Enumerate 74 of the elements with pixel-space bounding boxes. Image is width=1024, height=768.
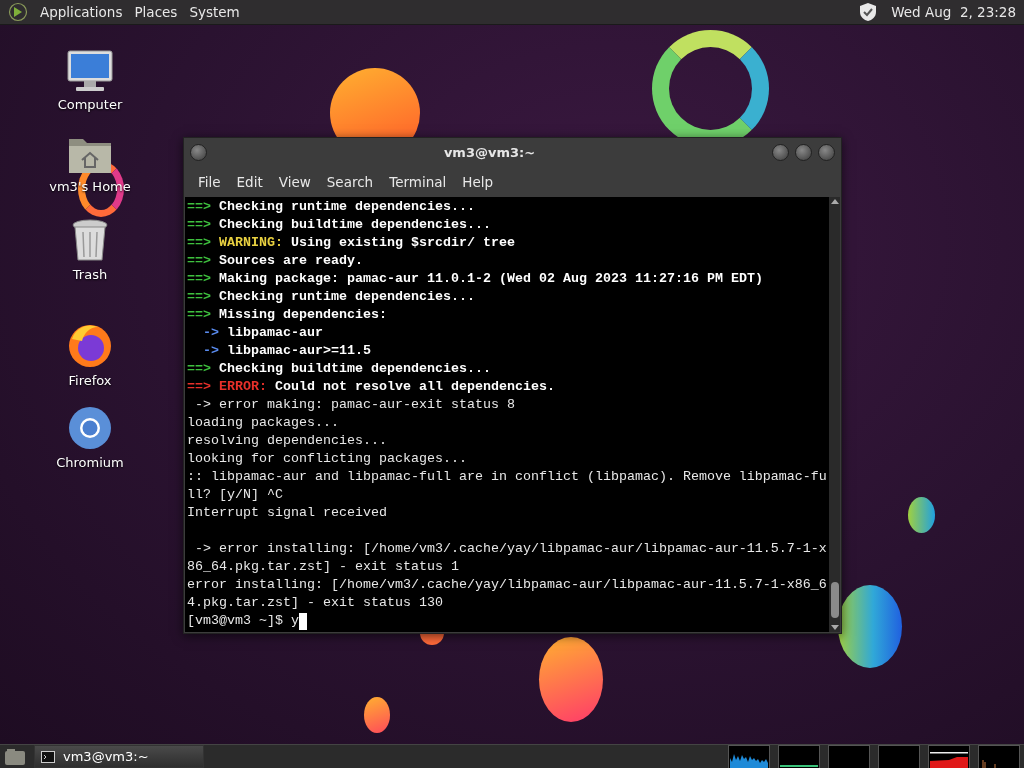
terminal-message: libpamac-aur>=11.5 <box>226 342 371 360</box>
panel-menu[interactable]: System <box>189 4 240 20</box>
sub-arrow: -> <box>202 324 219 342</box>
disk-graph-icon[interactable] <box>978 744 1020 768</box>
prompt-arrow: ==> <box>187 252 211 270</box>
scroll-thumb[interactable] <box>830 582 839 618</box>
terminal-message: Using existing $srcdir/ tree <box>289 234 515 252</box>
terminal-output: 86_64.pkg.tar.zst] - exit status 1 <box>187 558 459 576</box>
terminal-output: [vm3@vm3 ~]$ y <box>187 612 299 630</box>
terminal-output: looking for conflicting packages... <box>187 450 467 468</box>
terminal-message: Checking buildtime dependencies... <box>218 360 491 378</box>
desktop-icon-label[interactable]: Chromium <box>56 455 124 470</box>
terminal-message: Checking runtime dependencies... <box>218 288 475 306</box>
wallpaper-oval <box>364 697 390 733</box>
desktop-icon-label[interactable]: Trash <box>72 267 108 282</box>
terminal-message: Could not resolve all dependencies. <box>273 378 555 396</box>
desktop-icon-label[interactable]: Computer <box>57 97 123 112</box>
play-logo-icon[interactable] <box>8 2 28 22</box>
monitor-icon[interactable] <box>66 49 114 93</box>
menu-item[interactable]: View <box>272 170 317 193</box>
terminal-message: Checking runtime dependencies... <box>218 198 475 216</box>
prompt-arrow: ==> <box>187 288 211 306</box>
memory-graph-icon[interactable] <box>778 744 820 768</box>
show-desktop-icon[interactable] <box>4 747 26 766</box>
desktop-icon-label[interactable]: Firefox <box>68 373 112 388</box>
task-button[interactable]: vm3@vm3:~ <box>34 745 204 768</box>
error-label: ==> ERROR: <box>187 378 267 396</box>
terminal-message: Missing dependencies: <box>218 306 387 324</box>
terminal-output: resolving dependencies... <box>187 432 387 450</box>
terminal-output: Interrupt signal received <box>187 504 387 522</box>
swap-graph-icon[interactable] <box>878 744 920 768</box>
terminal-output: ll? [y/N] ^C <box>187 486 283 504</box>
network-graph-icon[interactable] <box>828 744 870 768</box>
shield-check-icon[interactable] <box>859 2 878 22</box>
prompt-arrow: ==> <box>187 234 211 252</box>
window-title: vm3@vm3:~ <box>442 144 537 160</box>
prompt-arrow: ==> <box>187 360 211 378</box>
minimize-button[interactable] <box>772 143 789 161</box>
maximize-button[interactable] <box>795 143 812 161</box>
load-graph-icon[interactable] <box>928 744 970 768</box>
wallpaper-oval <box>908 497 935 533</box>
prompt-arrow: ==> <box>187 198 211 216</box>
prompt-arrow: ==> <box>187 216 211 234</box>
terminal-output: -> error installing: [/home/vm3/.cache/yay/libpamac-aur/libpamac-aur-11.5.7-1-x <box>194 540 827 558</box>
menu-item[interactable]: Terminal <box>383 170 453 193</box>
terminal-message: Sources are ready. <box>218 252 363 270</box>
terminal-output: :: libpamac-aur and libpamac-full are in conflict (libpamac). Remove libpamac-fu <box>187 468 827 486</box>
scroll-up-icon[interactable] <box>830 199 839 204</box>
trash-icon[interactable] <box>70 217 110 263</box>
terminal-output: loading packages... <box>187 414 339 432</box>
scrollbar[interactable] <box>829 197 840 632</box>
prompt-arrow: ==> <box>187 306 211 324</box>
terminal-message: libpamac-aur <box>226 324 323 342</box>
terminal-output: -> error making: pamac-aur-exit status 8 <box>194 396 515 414</box>
terminal-icon <box>41 750 55 763</box>
terminal-output: 4.pkg.tar.zst] - exit status 130 <box>187 594 443 612</box>
menu-item[interactable]: Search <box>320 170 380 193</box>
prompt-arrow: ==> <box>187 270 211 288</box>
terminal-message: Making package: pamac-aur 11.0.1-2 (Wed 02 Aug 2023 11:27:16 PM EDT) <box>218 270 763 288</box>
menu-item[interactable]: Help <box>456 170 500 193</box>
menu-item[interactable]: Edit <box>230 170 269 193</box>
window-menu-button[interactable] <box>190 143 207 161</box>
scroll-down-icon[interactable] <box>830 625 839 630</box>
chromium-icon[interactable] <box>67 405 113 451</box>
cpu-graph-icon[interactable] <box>728 744 770 768</box>
close-button[interactable] <box>818 143 835 161</box>
panel-menu[interactable]: Places <box>134 4 178 20</box>
panel-menu[interactable]: Applications <box>40 4 123 20</box>
sub-arrow: -> <box>202 342 219 360</box>
terminal-message: Checking buildtime dependencies... <box>218 216 491 234</box>
terminal-output: error installing: [/home/vm3/.cache/yay/libpamac-aur/libpamac-aur-11.5.7-1-x86_6 <box>187 576 827 594</box>
clock[interactable]: Wed Aug 2, 23:28 <box>891 4 1016 20</box>
menu-item[interactable]: File <box>192 170 227 193</box>
warning-label: WARNING: <box>218 234 283 252</box>
